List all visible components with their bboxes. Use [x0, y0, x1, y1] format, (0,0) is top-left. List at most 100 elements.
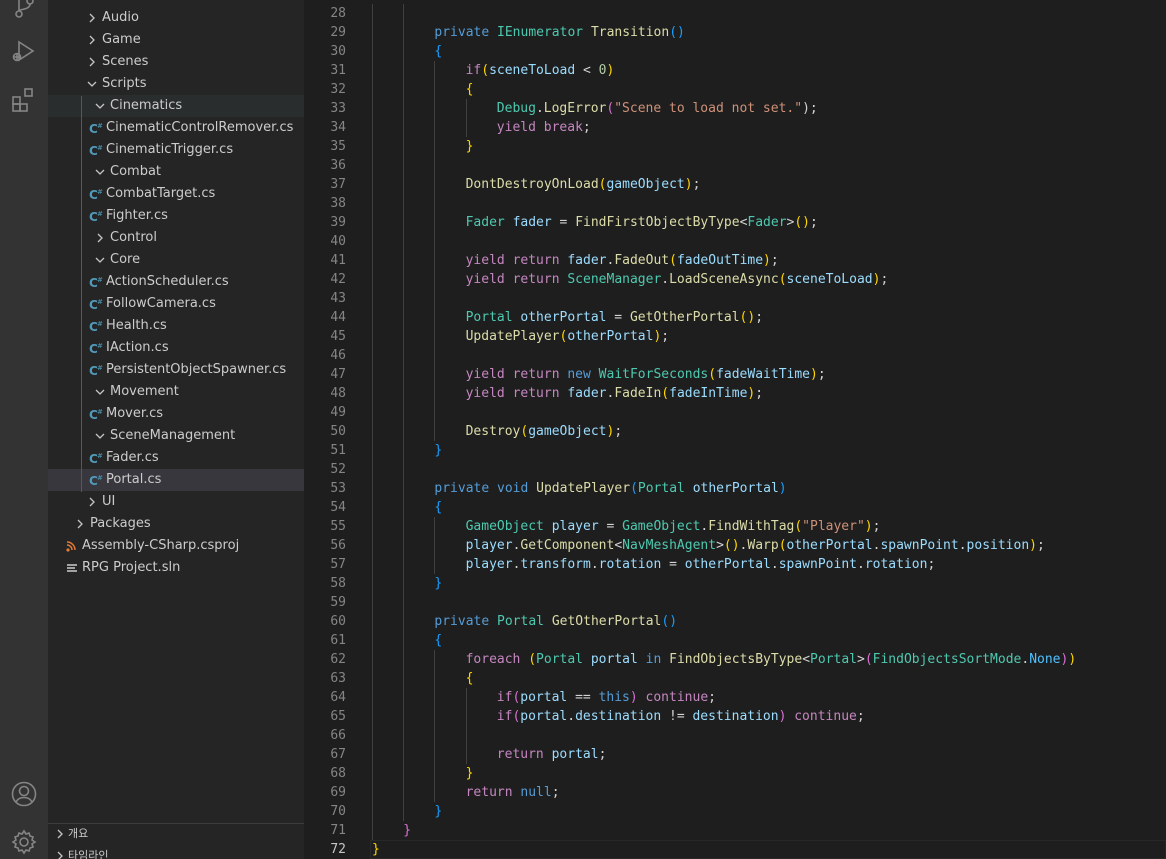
code-line[interactable]: 44 Portal otherPortal = GetOtherPortal(); — [304, 308, 1166, 327]
code-line[interactable]: 64 if(portal == this) continue; — [304, 688, 1166, 707]
folder-audio[interactable]: Audio — [48, 7, 304, 29]
code-line[interactable]: 35} — [304, 137, 1166, 156]
code-text: private void UpdatePlayer(Portal otherPo… — [434, 479, 786, 498]
code-line[interactable]: 66 — [304, 726, 1166, 745]
code-line[interactable]: 53 private void UpdatePlayer(Portal other… — [304, 479, 1166, 498]
code-editor[interactable]: 28 29 private IEnumerator Transition() 30{3… — [304, 0, 1166, 859]
code-line[interactable]: 51} — [304, 441, 1166, 460]
code-token: . — [856, 557, 865, 572]
code-line[interactable]: 54 { — [304, 498, 1166, 517]
outline-panel-header[interactable]: 개요 — [48, 823, 304, 845]
code-line[interactable]: 72} — [304, 840, 1166, 859]
code-line[interactable]: 65 if(portal.destination != destination) … — [304, 707, 1166, 726]
code-token: private — [434, 614, 498, 629]
code-token: . — [535, 101, 544, 116]
line-number: 28 — [330, 6, 346, 21]
code-line[interactable]: 41 yield return fader.FadeOut(fadeOutTime… — [304, 251, 1166, 270]
code-line[interactable]: 71} — [304, 821, 1166, 840]
timeline-panel-header[interactable]: 타임라인 — [48, 845, 304, 859]
folder-movement[interactable]: Movement — [48, 381, 304, 403]
code-line[interactable]: 60 private Portal GetOtherPortal() — [304, 612, 1166, 631]
folder-combat[interactable]: Combat — [48, 161, 304, 183]
folder-packages[interactable]: Packages — [48, 513, 304, 535]
code-line[interactable]: 58} — [304, 574, 1166, 593]
folder-scripts[interactable]: Scripts — [48, 73, 304, 95]
folder-cinematics[interactable]: Cinematics — [48, 95, 304, 117]
code-line[interactable]: 31 if(sceneToLoad < 0) — [304, 61, 1166, 80]
file-iaction-cs[interactable]: C # IAction.cs — [48, 337, 304, 359]
tree-item-label: Core — [110, 252, 141, 267]
line-number: 46 — [330, 348, 346, 363]
folder-control[interactable]: Control — [48, 227, 304, 249]
code-line[interactable]: 33 Debug.LogError("Scene to load not set.… — [304, 99, 1166, 118]
folder-game[interactable]: Game — [48, 29, 304, 51]
code-token: = — [598, 519, 623, 534]
line-number: 43 — [330, 291, 346, 306]
code-line[interactable]: 61 { — [304, 631, 1166, 650]
code-line[interactable]: 56 player.GetComponent<NavMeshAgent>().Wa… — [304, 536, 1166, 555]
file-cinematictrigger-cs[interactable]: C # CinematicTrigger.cs — [48, 139, 304, 161]
code-line[interactable]: 42 yield return SceneManager.LoadSceneAsy… — [304, 270, 1166, 289]
code-line[interactable]: 62 foreach (Portal portal in FindObjectsB… — [304, 650, 1166, 669]
code-line[interactable]: 36 — [304, 156, 1166, 175]
file-cinematiccontrolremover-cs[interactable]: C # CinematicControlRemover.cs — [48, 117, 304, 139]
file-persistentobjectspawner-cs[interactable]: C # PersistentObjectSpawner.cs — [48, 359, 304, 381]
code-line[interactable]: 30 { — [304, 42, 1166, 61]
code-token: yield — [465, 386, 513, 401]
code-token: ) — [629, 690, 638, 705]
code-line[interactable]: 37 DontDestroyOnLoad(gameObject); — [304, 175, 1166, 194]
code-line[interactable]: 38 — [304, 194, 1166, 213]
file-actionscheduler-cs[interactable]: C # ActionScheduler.cs — [48, 271, 304, 293]
code-line[interactable]: 34 yield break; — [304, 118, 1166, 137]
code-token: } — [465, 766, 474, 781]
code-token: FadeOut — [614, 253, 670, 268]
file-mover-cs[interactable]: C # Mover.cs — [48, 403, 304, 425]
settings-gear-icon[interactable] — [10, 828, 38, 856]
code-line[interactable]: 49 — [304, 403, 1166, 422]
code-line[interactable]: 29 private IEnumerator Transition() — [304, 23, 1166, 42]
code-line[interactable]: 45 UpdatePlayer(otherPortal); — [304, 327, 1166, 346]
code-line[interactable]: 59 — [304, 593, 1166, 612]
code-line[interactable]: 69 return null; — [304, 783, 1166, 802]
code-token: () — [794, 215, 811, 230]
folder-scenes[interactable]: Scenes — [48, 51, 304, 73]
extensions-icon[interactable] — [10, 86, 38, 114]
csharp-file-icon: C # — [88, 139, 104, 161]
code-token: { — [465, 671, 474, 686]
code-line[interactable]: 70} — [304, 802, 1166, 821]
code-line[interactable]: 63 { — [304, 669, 1166, 688]
file-rpg-project-sln[interactable]: RPG Project.sln — [48, 557, 304, 579]
code-line[interactable]: 43 — [304, 289, 1166, 308]
code-line[interactable]: 57 player.transform.rotation = otherPorta… — [304, 555, 1166, 574]
account-icon[interactable] — [10, 780, 38, 808]
file-health-cs[interactable]: C # Health.cs — [48, 315, 304, 337]
code-line[interactable]: 67 return portal; — [304, 745, 1166, 764]
tree-item-label: CinematicControlRemover.cs — [106, 120, 294, 135]
run-debug-icon[interactable] — [10, 37, 38, 65]
code-token: GameObject — [622, 519, 701, 534]
code-line[interactable]: 48 yield return fader.FadeIn(fadeInTime); — [304, 384, 1166, 403]
folder-scenemanagement[interactable]: SceneManagement — [48, 425, 304, 447]
code-line[interactable]: 47 yield return new WaitForSeconds(fadeWa… — [304, 365, 1166, 384]
file-portal-cs[interactable]: C # Portal.cs — [48, 469, 304, 491]
code-line[interactable]: 68} — [304, 764, 1166, 783]
folder-ui[interactable]: UI — [48, 491, 304, 513]
file-assembly-csharp-csproj[interactable]: Assembly-CSharp.csproj — [48, 535, 304, 557]
file-fader-cs[interactable]: C # Fader.cs — [48, 447, 304, 469]
code-line[interactable]: 32 { — [304, 80, 1166, 99]
code-line[interactable]: 46 — [304, 346, 1166, 365]
code-line[interactable]: 50 Destroy(gameObject); — [304, 422, 1166, 441]
code-line[interactable]: 55 GameObject player = GameObject.FindWit… — [304, 517, 1166, 536]
code-token: . — [958, 538, 967, 553]
code-token: "Scene to load not set." — [614, 101, 803, 116]
code-line[interactable]: 39 Fader fader = FindFirstObjectByType<Fa… — [304, 213, 1166, 232]
chevron-right-icon — [52, 823, 68, 845]
file-combattarget-cs[interactable]: C # CombatTarget.cs — [48, 183, 304, 205]
code-line[interactable]: 52 — [304, 460, 1166, 479]
code-line[interactable]: 40 — [304, 232, 1166, 251]
source-control-icon[interactable] — [10, 0, 38, 20]
file-fighter-cs[interactable]: C # Fighter.cs — [48, 205, 304, 227]
file-followcamera-cs[interactable]: C # FollowCamera.cs — [48, 293, 304, 315]
code-line[interactable]: 28 — [304, 4, 1166, 23]
folder-core[interactable]: Core — [48, 249, 304, 271]
